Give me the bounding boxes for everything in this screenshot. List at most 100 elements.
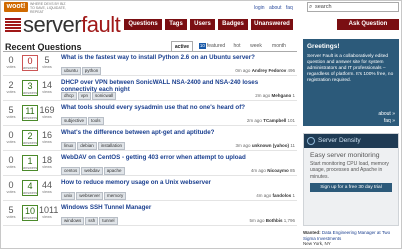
tag[interactable]: memory (104, 192, 127, 200)
tag[interactable]: windows (61, 217, 85, 225)
question-title-link[interactable]: WebDAV on CentOS - getting 403 error whe… (61, 154, 295, 161)
vote-count: 5 votes (6, 105, 16, 119)
question-row: 2 votes 3 answers 14 views DHCP over VPN be… (3, 78, 297, 101)
logo-server: server (23, 12, 82, 37)
tab-hot[interactable]: hot (230, 41, 244, 51)
logo-fault: fault (81, 12, 121, 37)
about-link[interactable]: about » (378, 111, 395, 117)
answer-count: 4 answers (22, 180, 38, 196)
search-value: search (315, 4, 332, 10)
tag[interactable]: python (81, 67, 102, 75)
tag[interactable]: sonicwall (92, 92, 117, 100)
question-tags: windows ssh tunnel (61, 217, 119, 225)
page: woot! WHERE DEVS BY BIZ TO SAVE, LIQUIDA… (0, 0, 402, 249)
question-row: 0 votes 1 answers 18 views WebDAV on CentOS… (3, 153, 297, 176)
tag[interactable]: dhcp (61, 92, 77, 100)
question-meta: 0m ago Andrey Fedorov 496 (235, 68, 295, 73)
question-tags: centos webdav apache (61, 167, 126, 175)
user-link[interactable]: Mehgano (271, 93, 291, 98)
server-density-logo-icon (307, 137, 315, 145)
question-title-link[interactable]: Windows SSH Tunnel Manager (61, 204, 295, 211)
question-meta: 2m ago TCampbell 101 (246, 118, 295, 123)
view-count: 16 views (41, 130, 52, 144)
user-link[interactable]: Bothbis (266, 218, 283, 223)
tag[interactable]: webserver (76, 192, 104, 200)
answer-count: 2 answers (22, 130, 38, 146)
ask-question-button[interactable]: Ask Question (337, 19, 399, 30)
woot-logo[interactable]: woot! (4, 2, 28, 12)
user-link[interactable]: TCampbell (263, 118, 286, 123)
server-density-brand: Server Density (318, 137, 361, 144)
login-link[interactable]: login (254, 5, 265, 11)
question-row: 0 votes 4 answers 44 views How to reduce me… (3, 178, 297, 201)
nav-questions[interactable]: Questions (124, 19, 162, 30)
question-row: 5 votes 11 answers 169 views What tools sho… (3, 103, 297, 126)
question-tags: dhcp vpn sonicwall (61, 92, 117, 100)
tab-featured[interactable]: 10 featured (197, 41, 227, 51)
question-title-link[interactable]: What tools should every sysadmin use tha… (61, 104, 295, 111)
tab-featured-label: featured (206, 43, 226, 49)
greetings-box: Greetings! Server Fault is a collaborati… (303, 39, 399, 126)
tag[interactable]: subjective (61, 117, 88, 125)
question-meta: 4m ago Nicoaymo 85 (250, 168, 295, 173)
vote-count: 2 votes (6, 80, 16, 94)
tag[interactable]: installation (97, 142, 126, 150)
question-tags: ubuntu python (61, 67, 102, 75)
tab-active[interactable]: active (171, 41, 193, 51)
answer-count: 0 answers (22, 55, 38, 71)
about-link[interactable]: about (269, 5, 282, 11)
question-meta: 4m ago fandolos 1 (256, 193, 295, 198)
nav-unanswered[interactable]: Unanswered (251, 19, 293, 30)
user-link[interactable]: fandolos (272, 193, 291, 198)
vote-count: 0 votes (6, 180, 16, 194)
question-meta: 2m ago Mehgano 1 (255, 93, 295, 98)
question-title-link[interactable]: How to reduce memory usage on a Unix web… (61, 179, 295, 186)
question-row: 0 votes 0 answers 5 views What is the faste… (3, 53, 297, 76)
site-logo[interactable]: serverfault (23, 12, 121, 38)
question-title-link[interactable]: What is the fastest way to install Pytho… (61, 54, 295, 61)
server-density-ad[interactable]: Server Density Easy server monitoring St… (303, 133, 399, 226)
answer-count: 10 answers (22, 205, 38, 221)
vote-count: 0 votes (6, 155, 16, 169)
question-row: 0 votes 2 answers 16 views What's the diffe… (3, 128, 297, 151)
question-title-link[interactable]: DHCP over VPN between SonicWALL NSA-2400… (61, 79, 295, 93)
server-density-header: Server Density (304, 134, 398, 148)
job-listing[interactable]: Wanted: Data Engineering Manager at Two … (303, 230, 399, 247)
tag[interactable]: apache (103, 167, 125, 175)
search-input[interactable]: ⌕ search (307, 2, 399, 12)
nav-badges[interactable]: Badges (218, 19, 248, 30)
answer-count: 3 answers (22, 80, 38, 96)
nav-users[interactable]: Users (190, 19, 215, 30)
tag[interactable]: centos (61, 167, 81, 175)
featured-count-badge: 10 (198, 43, 206, 49)
question-title-link[interactable]: What's the difference between apt-get an… (61, 129, 295, 136)
user-link[interactable]: unknown (yahoo) (252, 143, 289, 148)
question-tags: linux debian installation (61, 142, 126, 150)
tabs-divider (3, 51, 297, 52)
ad-signup-button[interactable]: Sign up for a free 30 day trial (310, 182, 392, 192)
faq-link[interactable]: faq » (384, 118, 395, 124)
user-link[interactable]: Andrey Fedorov (252, 68, 287, 73)
tag[interactable]: ssh (85, 217, 99, 225)
answer-count: 1 answers (22, 155, 38, 171)
tab-week[interactable]: week (247, 41, 265, 51)
tag[interactable]: tools (88, 117, 104, 125)
tag[interactable]: debian (77, 142, 97, 150)
view-count: 5 views (42, 55, 52, 69)
tag[interactable]: ubuntu (61, 67, 81, 75)
nav-tags[interactable]: Tags (165, 19, 187, 30)
question-row: 5 votes 10 answers 1011 views Windows SSH T… (3, 203, 297, 226)
tag[interactable]: vpn (77, 92, 92, 100)
tag[interactable]: linux (61, 142, 77, 150)
view-count: 169 views (39, 105, 55, 119)
top-links: login about faq (254, 5, 296, 11)
tab-month[interactable]: month (268, 41, 290, 51)
faq-link[interactable]: faq (286, 5, 293, 11)
question-meta: 5m ago Bothbis 1,796 (249, 218, 295, 223)
user-link[interactable]: Nicoaymo (267, 168, 289, 173)
view-count: 14 views (41, 80, 52, 94)
tag[interactable]: unix (61, 192, 76, 200)
tag[interactable]: tunnel (99, 217, 118, 225)
tag[interactable]: webdav (81, 167, 103, 175)
question-tags: subjective tools (61, 117, 105, 125)
